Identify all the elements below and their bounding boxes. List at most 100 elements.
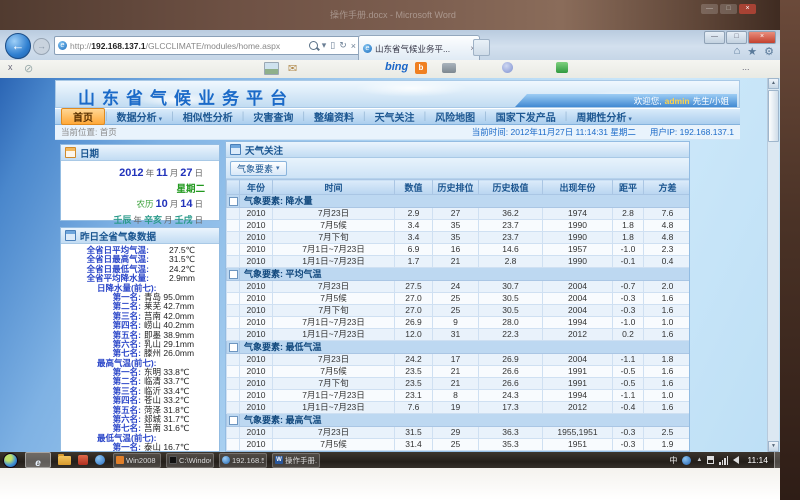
- taskbar-ie-button[interactable]: e: [25, 452, 51, 468]
- mail-icon[interactable]: ✉: [288, 62, 297, 75]
- table-cell: 36.2: [479, 208, 543, 220]
- minimize-icon[interactable]: —: [701, 4, 718, 14]
- search-icon[interactable]: [309, 41, 318, 50]
- volume-icon[interactable]: [733, 456, 739, 464]
- taskbar-button[interactable]: C:\Windows\s...: [166, 453, 214, 468]
- nav-item-3[interactable]: 相似性分析: [174, 108, 242, 125]
- image-icon[interactable]: [264, 62, 279, 75]
- dropdown-arrow-icon[interactable]: ▾: [322, 40, 327, 51]
- column-header[interactable]: 距平: [613, 180, 644, 195]
- taskbar-clock[interactable]: 11:14: [747, 455, 768, 465]
- nav-item-2[interactable]: 数据分析▾: [108, 108, 172, 125]
- yesterday-panel-title: 昨日全省气象数据: [80, 229, 156, 243]
- browser-tab[interactable]: e 山东省气候业务平... ×: [358, 35, 480, 61]
- column-header[interactable]: 时间: [273, 180, 395, 195]
- table-row[interactable]: 20107月5候27.02530.52004-0.31.6: [227, 293, 691, 305]
- table-row[interactable]: 20107月23日31.52936.31955,1951-0.32.5: [227, 427, 691, 439]
- scroll-up-icon[interactable]: ▲: [768, 78, 779, 89]
- column-header[interactable]: 历史排位: [433, 180, 479, 195]
- column-header[interactable]: 历史极值: [479, 180, 543, 195]
- tray-expand-icon[interactable]: ▲: [696, 457, 702, 463]
- nav-item-9[interactable]: 周期性分析▾: [567, 108, 641, 125]
- start-button[interactable]: [3, 453, 18, 468]
- network-icon[interactable]: [719, 456, 728, 465]
- maximize-icon[interactable]: □: [726, 31, 747, 44]
- minimize-icon[interactable]: —: [704, 31, 725, 44]
- lunar-date-line: 农历10月14日: [61, 196, 205, 212]
- action-center-flag-icon[interactable]: [707, 456, 714, 464]
- nav-item-5[interactable]: 整编资料: [305, 108, 363, 125]
- bing-logo[interactable]: bing: [385, 61, 408, 73]
- pinned-app-icon[interactable]: [95, 455, 105, 465]
- group-checkbox[interactable]: [229, 197, 238, 206]
- table-row[interactable]: 20107月5候3.43523.719901.84.8: [227, 220, 691, 232]
- compatibility-icon[interactable]: ▯: [330, 40, 335, 51]
- table-cell: -0.5: [613, 366, 644, 378]
- table-row[interactable]: 20107月23日24.21726.92004-1.11.8: [227, 354, 691, 366]
- forward-button[interactable]: →: [33, 38, 50, 55]
- new-tab-button[interactable]: [473, 39, 490, 56]
- table-row[interactable]: 20107月1日~7月23日23.1824.31994-1.11.0: [227, 390, 691, 402]
- column-header[interactable]: 年份: [240, 180, 273, 195]
- table-cell: -1.0: [613, 244, 644, 256]
- taskbar-button[interactable]: Win2008 [VS2...: [113, 453, 161, 468]
- weekday-label: 星期二: [176, 184, 205, 195]
- table-row[interactable]: 20107月1日~7月23日6.91614.61957-1.02.3: [227, 244, 691, 256]
- camera-icon[interactable]: [442, 63, 456, 73]
- table-row[interactable]: 20101月1日~7月23日7.61917.32012-0.41.6: [227, 402, 691, 414]
- tools-gear-icon[interactable]: ⚙: [764, 45, 774, 58]
- stop-icon[interactable]: ×: [351, 41, 356, 51]
- group-checkbox[interactable]: [229, 416, 238, 425]
- table-cell: 21: [433, 256, 479, 268]
- back-button[interactable]: ←: [5, 33, 31, 59]
- table-row[interactable]: 20107月1日~7月23日26.9928.01994-1.01.0: [227, 317, 691, 329]
- table-row[interactable]: 20107月下旬27.02530.52004-0.31.6: [227, 305, 691, 317]
- welcome-username: admin: [665, 96, 690, 106]
- home-icon[interactable]: ⌂: [734, 45, 741, 58]
- vertical-scrollbar[interactable]: ▲ ▼: [767, 78, 779, 452]
- nav-item-4[interactable]: 灾害查询: [244, 108, 302, 125]
- row-checkbox-cell: [227, 378, 240, 390]
- scroll-down-icon[interactable]: ▼: [768, 441, 779, 452]
- ime-indicator[interactable]: 中: [669, 455, 677, 466]
- close-icon[interactable]: ×: [739, 4, 756, 14]
- paw-icon[interactable]: [502, 62, 513, 73]
- column-header[interactable]: 出现年份: [543, 180, 613, 195]
- table-row[interactable]: 20101月1日~7月23日12.03122.320120.21.6: [227, 329, 691, 341]
- pinned-app-icon[interactable]: [78, 455, 88, 465]
- bing-box-icon[interactable]: b: [415, 62, 427, 74]
- green-app-icon[interactable]: [556, 62, 568, 73]
- table-row[interactable]: 20101月1日~7月23日1.7212.81990-0.10.4: [227, 256, 691, 268]
- table-cell: 25: [433, 293, 479, 305]
- scrollbar-thumb[interactable]: [768, 90, 779, 142]
- blocked-icon[interactable]: ⊘: [24, 62, 33, 75]
- table-row[interactable]: 20107月23日2.92736.219742.87.6: [227, 208, 691, 220]
- table-cell: 7月5候: [273, 293, 395, 305]
- maximize-icon[interactable]: □: [720, 4, 737, 14]
- group-checkbox[interactable]: [229, 343, 238, 352]
- group-checkbox[interactable]: [229, 270, 238, 279]
- table-row[interactable]: 20107月下旬3.43523.719901.84.8: [227, 232, 691, 244]
- nav-item-8[interactable]: 国家下发产品: [487, 108, 565, 125]
- nav-item-7[interactable]: 风险地图: [426, 108, 484, 125]
- address-bar[interactable]: e http://192.168.137.1/GLCCLIMATE/module…: [54, 36, 360, 55]
- toolbar-close-label[interactable]: x: [8, 62, 13, 72]
- explorer-folder-icon[interactable]: [58, 456, 71, 465]
- more-options-label[interactable]: ...: [742, 62, 750, 72]
- column-header[interactable]: 方差: [644, 180, 691, 195]
- show-desktop-button[interactable]: [774, 452, 780, 468]
- taskbar-button[interactable]: W操作手册.docx ...: [272, 453, 320, 468]
- table-row[interactable]: 20107月23日27.52430.72004-0.72.0: [227, 281, 691, 293]
- security-shield-icon[interactable]: [682, 456, 691, 465]
- nav-item-1[interactable]: 首页: [61, 108, 105, 125]
- taskbar-button[interactable]: 192.168.59.99...: [219, 453, 267, 468]
- table-row[interactable]: 20107月5候23.52126.61991-0.51.6: [227, 366, 691, 378]
- element-filter-button[interactable]: 气象要素 ▾: [230, 161, 287, 176]
- refresh-icon[interactable]: ↻: [339, 40, 347, 51]
- table-row[interactable]: 20107月5候31.42535.31951-0.31.9: [227, 439, 691, 451]
- table-row[interactable]: 20107月下旬23.52126.61991-0.51.6: [227, 378, 691, 390]
- close-icon[interactable]: ×: [748, 31, 776, 44]
- favorites-star-icon[interactable]: ★: [747, 45, 757, 58]
- column-header[interactable]: 数值: [395, 180, 433, 195]
- nav-item-6[interactable]: 天气关注: [366, 108, 424, 125]
